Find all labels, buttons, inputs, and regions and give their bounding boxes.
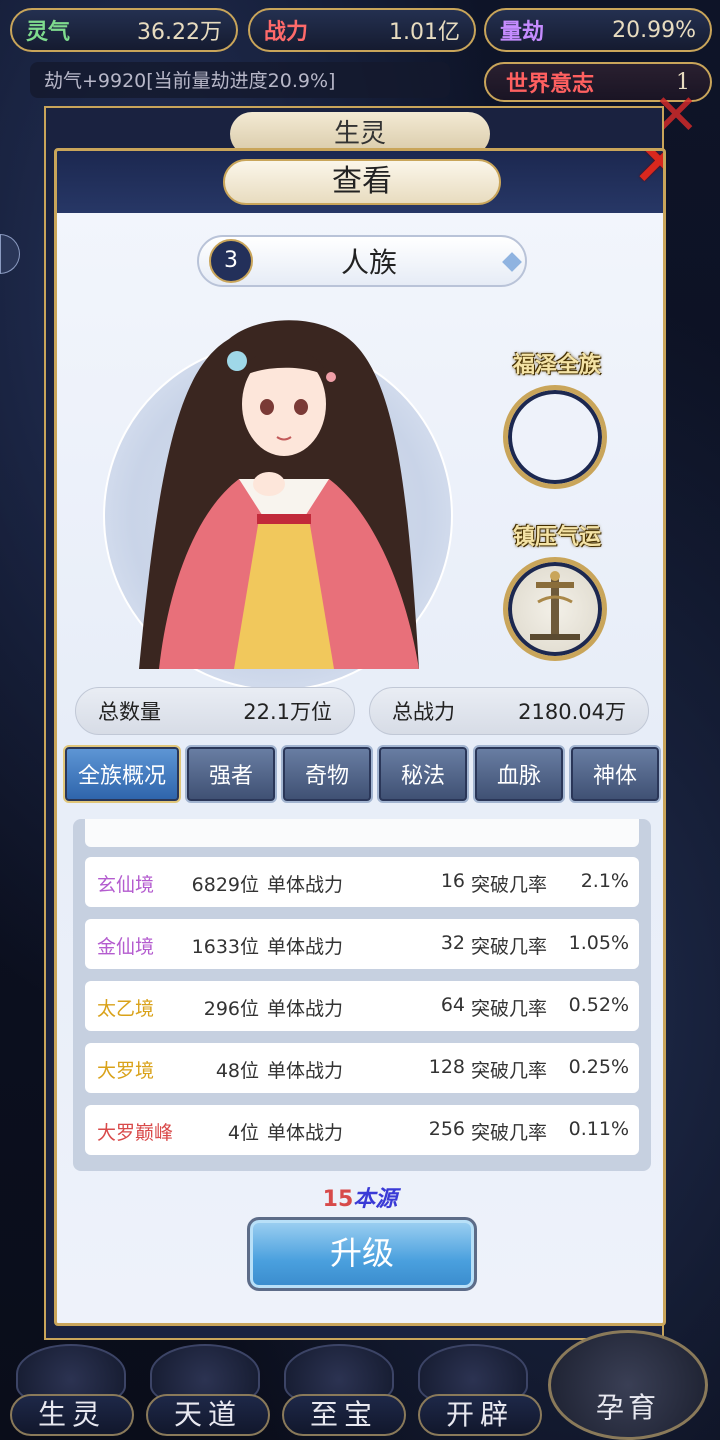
total-power-label: 总战力	[392, 700, 455, 724]
power-label: 单体战力	[267, 1122, 344, 1144]
rate-value: 1.05%	[568, 932, 629, 954]
list-item: 太乙境 296位 单体战力 64 突破几率 0.52%	[85, 981, 639, 1031]
combat-power-stat: 战力 1.01亿	[248, 8, 476, 52]
rate-label: 突破几率	[471, 874, 548, 896]
total-power-value: 2180.04万	[518, 700, 626, 724]
race-index-badge: 3	[209, 239, 253, 283]
rate-label: 突破几率	[471, 1122, 548, 1144]
list-item: 大罗巅峰 4位 单体战力 256 突破几率 0.11%	[85, 1105, 639, 1155]
tab-divine-body[interactable]: 神体	[569, 745, 661, 803]
cost-unit: 本源	[353, 1186, 398, 1212]
nav-heaven-dao[interactable]: 天道	[146, 1394, 270, 1436]
bottom-nav: 生灵 天道 至宝 开辟 孕育	[0, 1330, 720, 1440]
power-label: 单体战力	[267, 936, 344, 958]
list-item: 玄仙境 6829位 单体战力 16 突破几率 2.1%	[85, 857, 639, 907]
rate-label: 突破几率	[471, 936, 548, 958]
cost-amount: 15	[322, 1187, 354, 1212]
suppress-label: 镇压气运	[512, 524, 601, 550]
realm-count: 296位	[203, 998, 259, 1020]
power-value: 128	[428, 1056, 465, 1078]
realm-name: 大罗巅峰	[97, 1122, 174, 1144]
power-label: 单体战力	[267, 1060, 344, 1082]
nav-nurture[interactable]: 孕育	[548, 1330, 708, 1440]
realm-name: 大罗境	[97, 1060, 155, 1082]
stat-value: 20.99%	[612, 17, 696, 43]
upgrade-button[interactable]: 升级	[247, 1217, 477, 1291]
power-value: 16	[440, 870, 465, 892]
calamity-stat: 量劫 20.99%	[484, 8, 712, 52]
rate-value: 0.25%	[568, 1056, 629, 1078]
stat-value: 1.01亿	[389, 20, 460, 45]
stat-value: 36.22万	[137, 20, 222, 45]
realm-name: 玄仙境	[97, 874, 155, 896]
tab-secret-arts[interactable]: 秘法	[377, 745, 469, 803]
list-item: 大罗境 48位 单体战力 128 突破几率 0.25%	[85, 1043, 639, 1093]
rate-value: 0.52%	[568, 994, 629, 1016]
artifact-icon	[530, 571, 580, 640]
rate-value: 2.1%	[580, 870, 629, 892]
race-name: 人族	[340, 246, 397, 279]
tab-wonders[interactable]: 奇物	[281, 745, 373, 803]
rate-value: 0.11%	[568, 1118, 629, 1140]
race-selector[interactable]: 3 人族	[197, 235, 527, 287]
realm-list[interactable]: 玄仙境 6829位 单体战力 16 突破几率 2.1% 金仙境 1633位 单体…	[73, 819, 651, 1171]
event-log: 劫气+9920[当前量劫进度20.9%]	[30, 62, 450, 98]
nav-treasure[interactable]: 至宝	[282, 1394, 406, 1436]
stat-label: 战力	[264, 19, 309, 45]
blessing-label: 福泽全族	[512, 352, 601, 378]
stat-label: 量劫	[500, 19, 545, 45]
total-count-pill: 总数量 22.1万位	[75, 687, 355, 735]
power-value: 64	[440, 994, 465, 1016]
realm-name: 金仙境	[97, 936, 155, 958]
realm-name: 太乙境	[97, 998, 155, 1020]
upgrade-cost: 15本源	[57, 1181, 663, 1213]
tab-bloodline[interactable]: 血脉	[473, 745, 565, 803]
total-power-pill: 总战力 2180.04万	[369, 687, 649, 735]
world-will-label: 世界意志	[506, 71, 595, 97]
race-detail-modal: 查看 3 人族 福泽全族 镇压气运 总数量 22.1万位 总战力 2180.04…	[54, 148, 666, 1326]
stat-label: 灵气	[26, 19, 71, 45]
category-tabs: 全族概况 强者 奇物 秘法 血脉 神体	[63, 745, 663, 803]
power-value: 32	[440, 932, 465, 954]
realm-count: 4位	[227, 1122, 259, 1144]
rate-label: 突破几率	[471, 998, 548, 1020]
nav-creatures[interactable]: 生灵	[10, 1394, 134, 1436]
power-label: 单体战力	[267, 874, 344, 896]
race-portrait	[139, 320, 419, 669]
blessing-slot[interactable]	[503, 385, 607, 489]
total-count-value: 22.1万位	[243, 700, 332, 724]
tab-strong[interactable]: 强者	[185, 745, 277, 803]
list-item: 金仙境 1633位 单体战力 32 突破几率 1.05%	[85, 919, 639, 969]
realm-count: 1633位	[191, 936, 259, 958]
spirit-qi-stat: 灵气 36.22万	[10, 8, 238, 52]
suppress-artifact-slot[interactable]	[503, 557, 607, 661]
modal-title: 查看	[223, 159, 501, 205]
realm-count: 6829位	[191, 874, 259, 896]
total-count-label: 总数量	[98, 700, 161, 724]
power-label: 单体战力	[267, 998, 344, 1020]
nav-create[interactable]: 开辟	[418, 1394, 542, 1436]
realm-count: 48位	[215, 1060, 259, 1082]
close-icon[interactable]: ✕	[625, 151, 663, 197]
tab-overview[interactable]: 全族概况	[63, 745, 181, 803]
power-value: 256	[428, 1118, 465, 1140]
rate-label: 突破几率	[471, 1060, 548, 1082]
list-item-partial	[85, 819, 639, 847]
next-race-arrow-icon[interactable]	[502, 252, 522, 272]
